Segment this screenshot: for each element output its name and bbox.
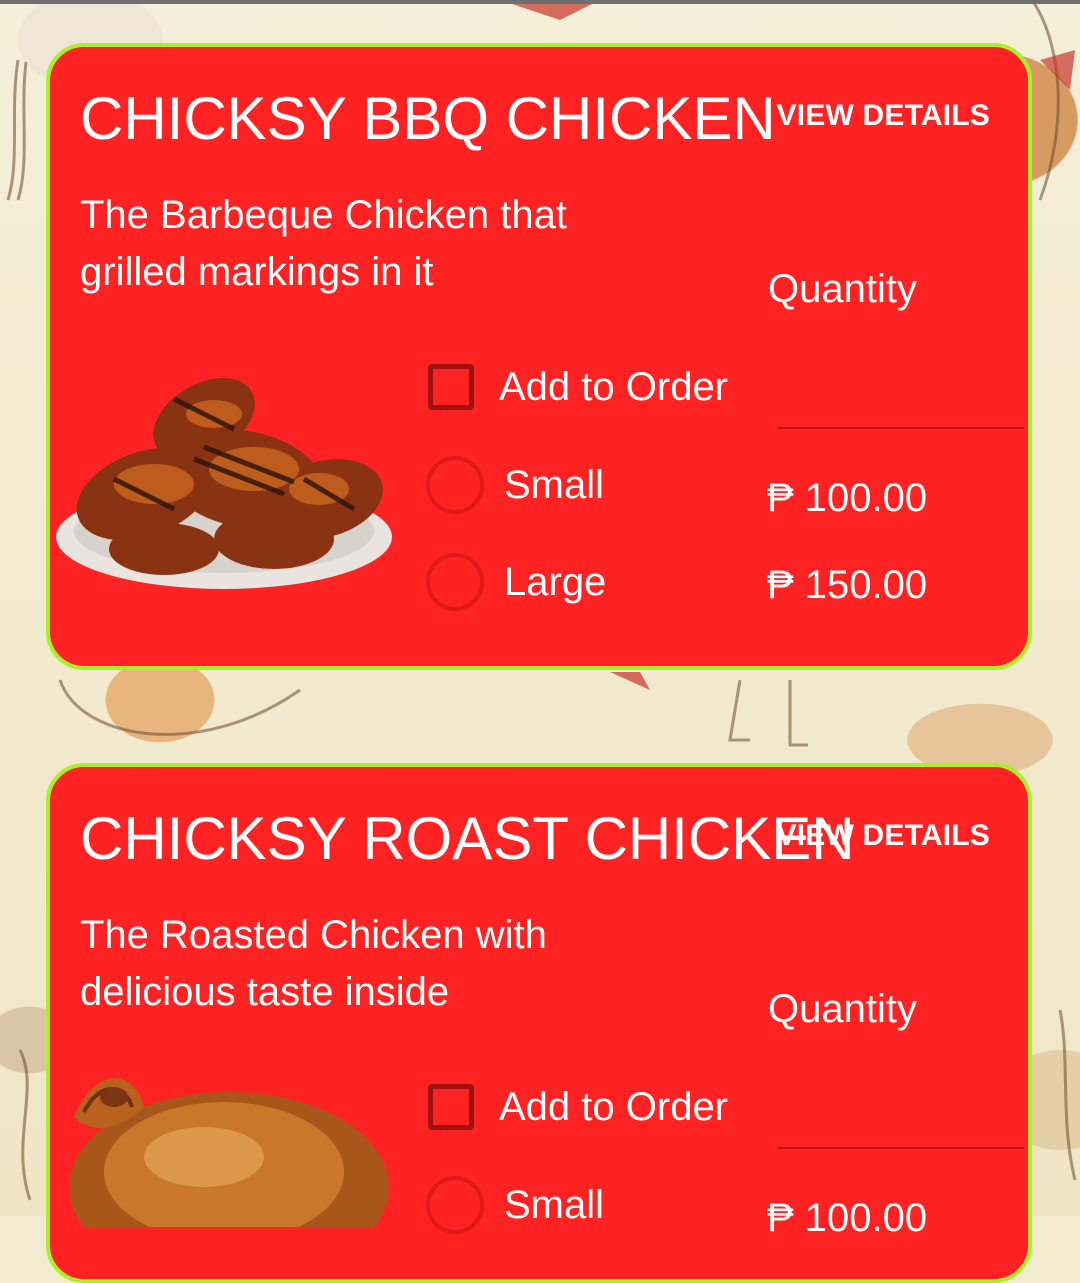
quantity-label: Quantity <box>768 267 917 311</box>
quantity-input[interactable] <box>778 1087 1024 1149</box>
option-small-label: Small <box>504 463 605 507</box>
add-to-order-row[interactable]: Add to Order <box>428 362 728 412</box>
add-to-order-row[interactable]: Add to Order <box>428 1082 728 1132</box>
option-small-price: ₱ 100.00 <box>767 1196 928 1240</box>
product-title: CHICKSY BBQ CHICKEN <box>80 85 776 152</box>
product-card: CHICKSY ROAST CHICKEN VIEW DETAILS The R… <box>46 763 1032 1283</box>
option-small-row[interactable]: Small <box>426 1176 604 1234</box>
product-card: CHICKSY BBQ CHICKEN VIEW DETAILS The Bar… <box>46 43 1032 670</box>
option-small-label: Small <box>504 1183 605 1227</box>
view-details-button[interactable]: VIEW DETAILS <box>776 819 990 853</box>
option-large-label: Large <box>504 560 607 604</box>
option-small-radio[interactable] <box>426 456 484 514</box>
view-details-button[interactable]: VIEW DETAILS <box>776 99 990 133</box>
add-to-order-label: Add to Order <box>499 1085 729 1129</box>
status-strip <box>0 0 1080 4</box>
product-description: The Barbeque Chicken that grilled markin… <box>80 193 567 294</box>
roast-chicken-photo <box>54 1067 399 1279</box>
product-title: CHICKSY ROAST CHICKEN <box>80 805 855 872</box>
option-small-radio[interactable] <box>426 1176 484 1234</box>
option-large-price: ₱ 150.00 <box>767 563 928 607</box>
add-to-order-label: Add to Order <box>499 365 729 409</box>
quantity-label: Quantity <box>768 987 917 1031</box>
option-large-radio[interactable] <box>426 553 484 611</box>
add-to-order-checkbox[interactable] <box>428 364 474 410</box>
product-description: The Roasted Chicken with delicious taste… <box>80 913 547 1014</box>
quantity-input[interactable] <box>778 367 1024 429</box>
bbq-chicken-photo <box>54 359 399 600</box>
option-large-row[interactable]: Large <box>426 553 606 611</box>
add-to-order-checkbox[interactable] <box>428 1084 474 1130</box>
option-small-price: ₱ 100.00 <box>767 476 928 520</box>
option-small-row[interactable]: Small <box>426 456 604 514</box>
